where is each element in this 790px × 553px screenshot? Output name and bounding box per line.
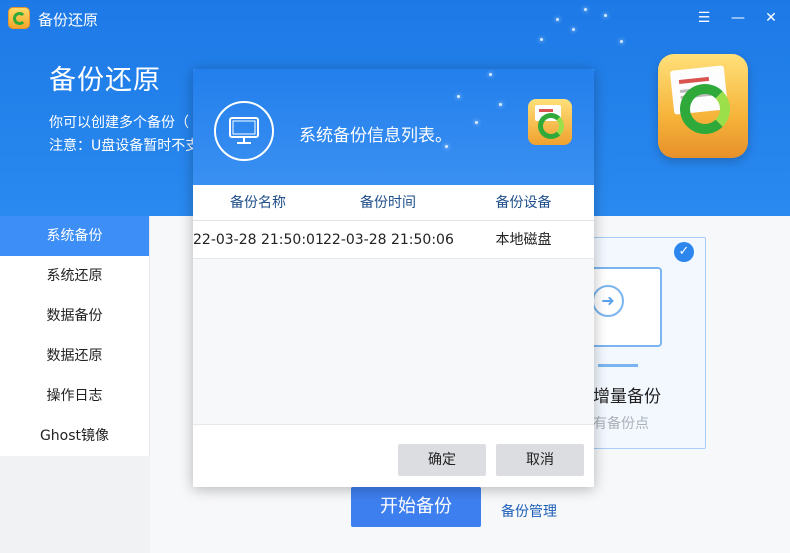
dialog-title: 系统备份信息列表。 bbox=[299, 126, 452, 146]
sidebar-item-data-restore[interactable]: 数据还原 bbox=[0, 336, 149, 376]
window-title: 备份还原 bbox=[38, 11, 99, 29]
title-bar: 备份还原 ☰ — ✕ bbox=[0, 0, 790, 36]
card-title: 增量备份 bbox=[593, 387, 661, 407]
monitor-stand bbox=[598, 349, 638, 367]
start-backup-button[interactable]: 开始备份 bbox=[351, 487, 481, 527]
page-title: 备份还原 bbox=[49, 65, 161, 96]
sidebar: 系统备份 系统还原 数据备份 数据还原 操作日志 Ghost镜像 bbox=[0, 216, 150, 553]
table-empty-area bbox=[193, 259, 594, 425]
hero-description: 你可以创建多个备份（ bbox=[49, 115, 189, 131]
close-icon[interactable]: ✕ bbox=[761, 8, 781, 28]
dialog-header: 系统备份信息列表。 bbox=[193, 69, 594, 185]
sidebar-item-ghost-image[interactable]: Ghost镜像 bbox=[0, 416, 149, 456]
cell-backup-time: 22-03-28 21:50:06 bbox=[323, 232, 454, 248]
sidebar-item-data-backup[interactable]: 数据备份 bbox=[0, 296, 149, 336]
cell-backup-name: 22-03-28 21:50:01 bbox=[193, 232, 324, 248]
sidebar-item-system-backup[interactable]: 系统备份 bbox=[0, 216, 149, 256]
card-subtitle: 有备份点 bbox=[593, 416, 649, 432]
backup-manage-link[interactable]: 备份管理 bbox=[501, 501, 557, 521]
hero-note: 注意：U盘设备暂时不支 bbox=[49, 138, 200, 154]
app-window: 备份还原 ☰ — ✕ 备份还原 你可以创建多个备份（ 注意：U盘设备暂时不支 系… bbox=[0, 0, 790, 553]
check-icon: ✓ bbox=[674, 242, 694, 262]
cancel-button[interactable]: 取消 bbox=[496, 444, 584, 476]
dialog-footer: 确定 取消 bbox=[193, 426, 594, 487]
column-header-device[interactable]: 备份设备 bbox=[453, 185, 594, 221]
backup-restore-logo-icon bbox=[528, 99, 572, 145]
table-row[interactable]: 22-03-28 21:50:01 22-03-28 21:50:06 本地磁盘 bbox=[193, 221, 594, 259]
column-header-name[interactable]: 备份名称 bbox=[193, 185, 323, 221]
table-header: 备份名称 备份时间 备份设备 bbox=[193, 185, 594, 221]
sidebar-item-system-restore[interactable]: 系统还原 bbox=[0, 256, 149, 296]
cell-backup-device: 本地磁盘 bbox=[495, 232, 552, 248]
column-header-time[interactable]: 备份时间 bbox=[323, 185, 453, 221]
monitor-icon bbox=[214, 101, 274, 161]
menu-icon[interactable]: ☰ bbox=[694, 8, 714, 28]
arrow-right-icon: ➜ bbox=[592, 285, 624, 317]
backup-restore-logo-icon bbox=[658, 54, 748, 158]
app-logo-icon bbox=[8, 7, 30, 29]
confirm-button[interactable]: 确定 bbox=[398, 444, 486, 476]
backup-list-dialog: 系统备份信息列表。 备份名称 备份时间 备份设备 22-03-28 21:50:… bbox=[193, 69, 594, 487]
sidebar-item-operation-log[interactable]: 操作日志 bbox=[0, 376, 149, 416]
minimize-icon[interactable]: — bbox=[728, 8, 748, 28]
sidebar-empty-area bbox=[0, 456, 150, 553]
